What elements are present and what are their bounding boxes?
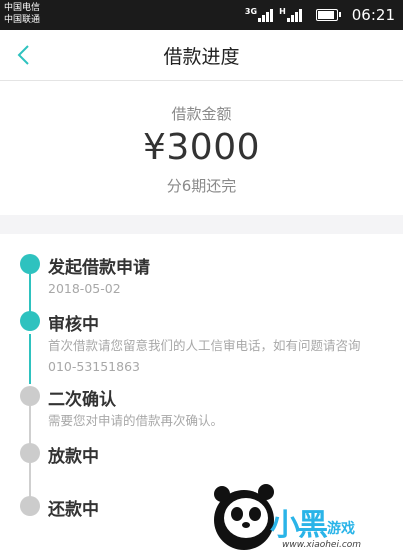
carrier-labels: 中国电信 中国联通 — [4, 2, 40, 26]
step-date: 2018-05-02 — [48, 281, 121, 296]
watermark-tag: 游戏 — [327, 521, 355, 537]
network-type-1: 3G — [244, 6, 258, 16]
step-status-dot — [20, 254, 40, 274]
step-description: 需要您对申请的借款再次确认。 — [48, 413, 224, 428]
step-status-dot — [20, 386, 40, 406]
step-title: 放款中 — [48, 447, 99, 467]
signal-icon — [258, 8, 274, 22]
clock: 06:21 — [351, 6, 395, 24]
timeline-connector — [29, 406, 31, 448]
watermark-brand: 小黑 — [270, 508, 328, 543]
step-description: 首次借款请您留意我们的人工信审电话，如有问题请咨询 010-53151863 — [48, 338, 361, 374]
loan-amount-card: 借款金额 ¥3000 分6期还完 — [0, 81, 403, 215]
timeline-connector — [29, 334, 31, 384]
amount-value: ¥3000 — [142, 127, 261, 168]
step-status-dot — [20, 443, 40, 463]
carrier-1: 中国电信 — [4, 3, 41, 13]
step-title: 还款中 — [48, 500, 99, 520]
network-type-2: H — [279, 6, 286, 16]
status-bar: 中国电信 中国联通 3G H 06:21 — [0, 0, 403, 30]
step-title: 二次确认 — [48, 390, 116, 410]
status-icons: 3G H 06:21 — [245, 0, 395, 30]
step-status-dot — [20, 496, 40, 516]
installments-text: 分6期还完 — [166, 177, 237, 195]
battery-icon — [315, 9, 341, 21]
amount-label: 借款金额 — [171, 105, 232, 123]
step-title: 审核中 — [48, 315, 99, 335]
signal-icon — [286, 8, 302, 22]
step-title: 发起借款申请 — [48, 258, 150, 278]
carrier-2: 中国联通 — [4, 15, 41, 25]
app-header: 借款进度 — [0, 30, 403, 81]
step-status-dot — [20, 311, 40, 331]
battery-level — [317, 11, 335, 19]
watermark-url: www.xiaohei.com — [282, 540, 362, 550]
page-title: 借款进度 — [163, 46, 240, 68]
